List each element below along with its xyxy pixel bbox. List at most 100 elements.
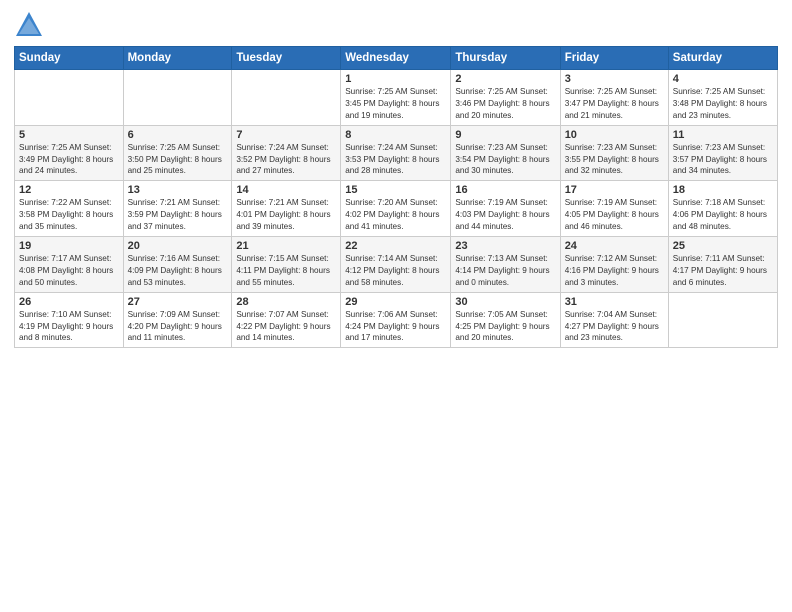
calendar-cell: 7Sunrise: 7:24 AM Sunset: 3:52 PM Daylig… bbox=[232, 125, 341, 181]
calendar-cell: 2Sunrise: 7:25 AM Sunset: 3:46 PM Daylig… bbox=[451, 70, 560, 126]
calendar-cell: 25Sunrise: 7:11 AM Sunset: 4:17 PM Dayli… bbox=[668, 237, 777, 293]
day-number: 27 bbox=[128, 296, 228, 308]
day-number: 1 bbox=[345, 73, 446, 85]
page: SundayMondayTuesdayWednesdayThursdayFrid… bbox=[0, 0, 792, 612]
weekday-header-friday: Friday bbox=[560, 47, 668, 70]
calendar-cell bbox=[123, 70, 232, 126]
day-info: Sunrise: 7:19 AM Sunset: 4:03 PM Dayligh… bbox=[455, 197, 555, 233]
calendar-cell: 20Sunrise: 7:16 AM Sunset: 4:09 PM Dayli… bbox=[123, 237, 232, 293]
calendar-cell: 26Sunrise: 7:10 AM Sunset: 4:19 PM Dayli… bbox=[15, 292, 124, 348]
day-number: 8 bbox=[345, 129, 446, 141]
day-info: Sunrise: 7:15 AM Sunset: 4:11 PM Dayligh… bbox=[236, 253, 336, 289]
calendar-cell: 11Sunrise: 7:23 AM Sunset: 3:57 PM Dayli… bbox=[668, 125, 777, 181]
day-number: 5 bbox=[19, 129, 119, 141]
calendar-cell: 16Sunrise: 7:19 AM Sunset: 4:03 PM Dayli… bbox=[451, 181, 560, 237]
day-number: 23 bbox=[455, 240, 555, 252]
day-number: 17 bbox=[565, 184, 664, 196]
day-info: Sunrise: 7:05 AM Sunset: 4:25 PM Dayligh… bbox=[455, 309, 555, 345]
calendar-cell: 14Sunrise: 7:21 AM Sunset: 4:01 PM Dayli… bbox=[232, 181, 341, 237]
day-info: Sunrise: 7:16 AM Sunset: 4:09 PM Dayligh… bbox=[128, 253, 228, 289]
weekday-header-thursday: Thursday bbox=[451, 47, 560, 70]
day-number: 11 bbox=[673, 129, 773, 141]
day-info: Sunrise: 7:23 AM Sunset: 3:57 PM Dayligh… bbox=[673, 142, 773, 178]
week-row-4: 19Sunrise: 7:17 AM Sunset: 4:08 PM Dayli… bbox=[15, 237, 778, 293]
day-number: 30 bbox=[455, 296, 555, 308]
weekday-header-tuesday: Tuesday bbox=[232, 47, 341, 70]
calendar-cell: 23Sunrise: 7:13 AM Sunset: 4:14 PM Dayli… bbox=[451, 237, 560, 293]
weekday-header-wednesday: Wednesday bbox=[341, 47, 451, 70]
day-number: 6 bbox=[128, 129, 228, 141]
calendar: SundayMondayTuesdayWednesdayThursdayFrid… bbox=[14, 46, 778, 348]
calendar-cell: 31Sunrise: 7:04 AM Sunset: 4:27 PM Dayli… bbox=[560, 292, 668, 348]
day-info: Sunrise: 7:07 AM Sunset: 4:22 PM Dayligh… bbox=[236, 309, 336, 345]
day-number: 19 bbox=[19, 240, 119, 252]
calendar-cell: 22Sunrise: 7:14 AM Sunset: 4:12 PM Dayli… bbox=[341, 237, 451, 293]
day-number: 13 bbox=[128, 184, 228, 196]
day-info: Sunrise: 7:11 AM Sunset: 4:17 PM Dayligh… bbox=[673, 253, 773, 289]
calendar-cell: 15Sunrise: 7:20 AM Sunset: 4:02 PM Dayli… bbox=[341, 181, 451, 237]
day-info: Sunrise: 7:06 AM Sunset: 4:24 PM Dayligh… bbox=[345, 309, 446, 345]
weekday-header-monday: Monday bbox=[123, 47, 232, 70]
logo-icon bbox=[14, 10, 44, 38]
day-info: Sunrise: 7:25 AM Sunset: 3:45 PM Dayligh… bbox=[345, 86, 446, 122]
weekday-header-saturday: Saturday bbox=[668, 47, 777, 70]
week-row-5: 26Sunrise: 7:10 AM Sunset: 4:19 PM Dayli… bbox=[15, 292, 778, 348]
day-number: 28 bbox=[236, 296, 336, 308]
day-info: Sunrise: 7:25 AM Sunset: 3:50 PM Dayligh… bbox=[128, 142, 228, 178]
day-number: 26 bbox=[19, 296, 119, 308]
calendar-cell: 3Sunrise: 7:25 AM Sunset: 3:47 PM Daylig… bbox=[560, 70, 668, 126]
calendar-cell: 5Sunrise: 7:25 AM Sunset: 3:49 PM Daylig… bbox=[15, 125, 124, 181]
calendar-cell: 8Sunrise: 7:24 AM Sunset: 3:53 PM Daylig… bbox=[341, 125, 451, 181]
day-info: Sunrise: 7:17 AM Sunset: 4:08 PM Dayligh… bbox=[19, 253, 119, 289]
calendar-cell: 19Sunrise: 7:17 AM Sunset: 4:08 PM Dayli… bbox=[15, 237, 124, 293]
week-row-3: 12Sunrise: 7:22 AM Sunset: 3:58 PM Dayli… bbox=[15, 181, 778, 237]
week-row-1: 1Sunrise: 7:25 AM Sunset: 3:45 PM Daylig… bbox=[15, 70, 778, 126]
day-info: Sunrise: 7:25 AM Sunset: 3:49 PM Dayligh… bbox=[19, 142, 119, 178]
calendar-cell: 6Sunrise: 7:25 AM Sunset: 3:50 PM Daylig… bbox=[123, 125, 232, 181]
day-number: 9 bbox=[455, 129, 555, 141]
calendar-cell: 9Sunrise: 7:23 AM Sunset: 3:54 PM Daylig… bbox=[451, 125, 560, 181]
day-number: 12 bbox=[19, 184, 119, 196]
day-number: 24 bbox=[565, 240, 664, 252]
day-info: Sunrise: 7:19 AM Sunset: 4:05 PM Dayligh… bbox=[565, 197, 664, 233]
day-info: Sunrise: 7:13 AM Sunset: 4:14 PM Dayligh… bbox=[455, 253, 555, 289]
day-number: 4 bbox=[673, 73, 773, 85]
calendar-cell: 10Sunrise: 7:23 AM Sunset: 3:55 PM Dayli… bbox=[560, 125, 668, 181]
header bbox=[14, 10, 778, 38]
calendar-cell: 12Sunrise: 7:22 AM Sunset: 3:58 PM Dayli… bbox=[15, 181, 124, 237]
day-info: Sunrise: 7:24 AM Sunset: 3:52 PM Dayligh… bbox=[236, 142, 336, 178]
day-info: Sunrise: 7:24 AM Sunset: 3:53 PM Dayligh… bbox=[345, 142, 446, 178]
day-number: 3 bbox=[565, 73, 664, 85]
day-info: Sunrise: 7:23 AM Sunset: 3:55 PM Dayligh… bbox=[565, 142, 664, 178]
calendar-cell: 27Sunrise: 7:09 AM Sunset: 4:20 PM Dayli… bbox=[123, 292, 232, 348]
day-number: 20 bbox=[128, 240, 228, 252]
day-info: Sunrise: 7:04 AM Sunset: 4:27 PM Dayligh… bbox=[565, 309, 664, 345]
day-number: 25 bbox=[673, 240, 773, 252]
calendar-cell: 18Sunrise: 7:18 AM Sunset: 4:06 PM Dayli… bbox=[668, 181, 777, 237]
calendar-cell: 30Sunrise: 7:05 AM Sunset: 4:25 PM Dayli… bbox=[451, 292, 560, 348]
day-info: Sunrise: 7:14 AM Sunset: 4:12 PM Dayligh… bbox=[345, 253, 446, 289]
week-row-2: 5Sunrise: 7:25 AM Sunset: 3:49 PM Daylig… bbox=[15, 125, 778, 181]
logo bbox=[14, 10, 48, 38]
calendar-cell: 1Sunrise: 7:25 AM Sunset: 3:45 PM Daylig… bbox=[341, 70, 451, 126]
calendar-cell bbox=[668, 292, 777, 348]
day-info: Sunrise: 7:25 AM Sunset: 3:48 PM Dayligh… bbox=[673, 86, 773, 122]
day-info: Sunrise: 7:23 AM Sunset: 3:54 PM Dayligh… bbox=[455, 142, 555, 178]
day-number: 22 bbox=[345, 240, 446, 252]
day-info: Sunrise: 7:09 AM Sunset: 4:20 PM Dayligh… bbox=[128, 309, 228, 345]
calendar-cell: 28Sunrise: 7:07 AM Sunset: 4:22 PM Dayli… bbox=[232, 292, 341, 348]
calendar-cell: 29Sunrise: 7:06 AM Sunset: 4:24 PM Dayli… bbox=[341, 292, 451, 348]
day-info: Sunrise: 7:25 AM Sunset: 3:46 PM Dayligh… bbox=[455, 86, 555, 122]
day-info: Sunrise: 7:20 AM Sunset: 4:02 PM Dayligh… bbox=[345, 197, 446, 233]
weekday-header-sunday: Sunday bbox=[15, 47, 124, 70]
calendar-cell bbox=[232, 70, 341, 126]
calendar-cell: 13Sunrise: 7:21 AM Sunset: 3:59 PM Dayli… bbox=[123, 181, 232, 237]
calendar-cell: 4Sunrise: 7:25 AM Sunset: 3:48 PM Daylig… bbox=[668, 70, 777, 126]
calendar-cell bbox=[15, 70, 124, 126]
day-number: 2 bbox=[455, 73, 555, 85]
day-info: Sunrise: 7:18 AM Sunset: 4:06 PM Dayligh… bbox=[673, 197, 773, 233]
day-number: 29 bbox=[345, 296, 446, 308]
day-number: 21 bbox=[236, 240, 336, 252]
calendar-cell: 17Sunrise: 7:19 AM Sunset: 4:05 PM Dayli… bbox=[560, 181, 668, 237]
day-number: 16 bbox=[455, 184, 555, 196]
